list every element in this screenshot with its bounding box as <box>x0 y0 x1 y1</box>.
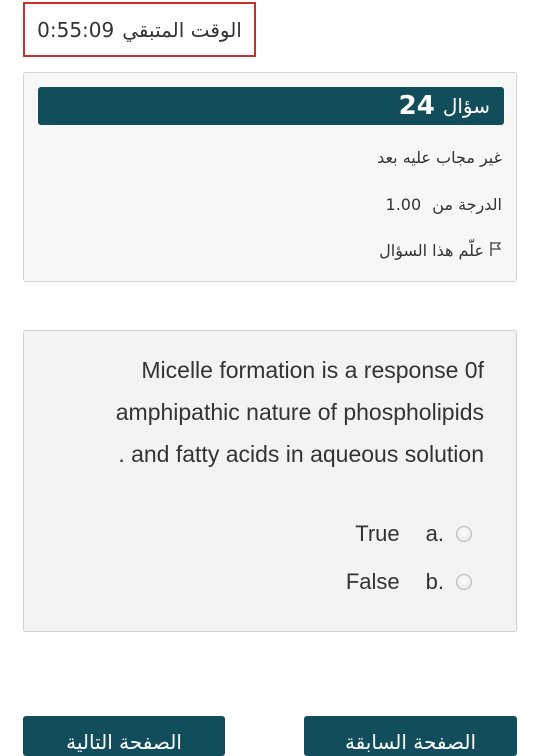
answer-status: غير مجاب عليه بعد <box>377 148 502 167</box>
time-remaining-box: الوقت المتبقي 0:55:09 <box>23 2 256 57</box>
question-text-line: . and fatty acids in aqueous solution <box>118 441 484 467</box>
flag-question-label[interactable]: علّم هذا السؤال <box>379 241 484 260</box>
option-true[interactable]: a. True <box>355 521 472 547</box>
question-info-card: سؤال 24 غير مجاب عليه بعد الدرجة من 1.00… <box>23 72 517 282</box>
option-text[interactable]: True <box>355 521 399 547</box>
option-letter: a. <box>425 521 444 546</box>
question-text-line: amphipathic nature of phospholipids <box>115 399 484 425</box>
grade-label: الدرجة من <box>432 195 502 214</box>
option-text[interactable]: False <box>346 569 400 595</box>
question-number: 24 <box>398 91 435 121</box>
time-remaining-value: 0:55:09 <box>37 17 115 42</box>
flag-question-link[interactable]: علّم هذا السؤال <box>379 241 502 260</box>
previous-page-label: الصفحة السابقة <box>344 730 477 754</box>
question-text: Micelle formation is a response 0f amphi… <box>64 349 484 475</box>
radio-button-b[interactable] <box>456 574 472 590</box>
question-card: Micelle formation is a response 0f amphi… <box>23 330 517 632</box>
next-page-label: الصفحة التالية <box>66 730 182 754</box>
time-remaining-label: الوقت المتبقي <box>122 17 242 42</box>
option-letter: b. <box>425 569 444 594</box>
grade-info: الدرجة من 1.00 <box>386 195 502 214</box>
question-word: سؤال <box>442 94 490 118</box>
option-false[interactable]: b. False <box>346 569 472 595</box>
previous-page-button[interactable]: الصفحة السابقة <box>304 716 517 756</box>
flag-icon <box>490 241 502 260</box>
grade-value: 1.00 <box>385 195 422 214</box>
question-number-header: سؤال 24 <box>38 87 504 125</box>
next-page-button[interactable]: الصفحة التالية <box>23 716 225 756</box>
radio-button-a[interactable] <box>456 526 472 542</box>
question-text-line: Micelle formation is a response 0f <box>141 357 484 383</box>
